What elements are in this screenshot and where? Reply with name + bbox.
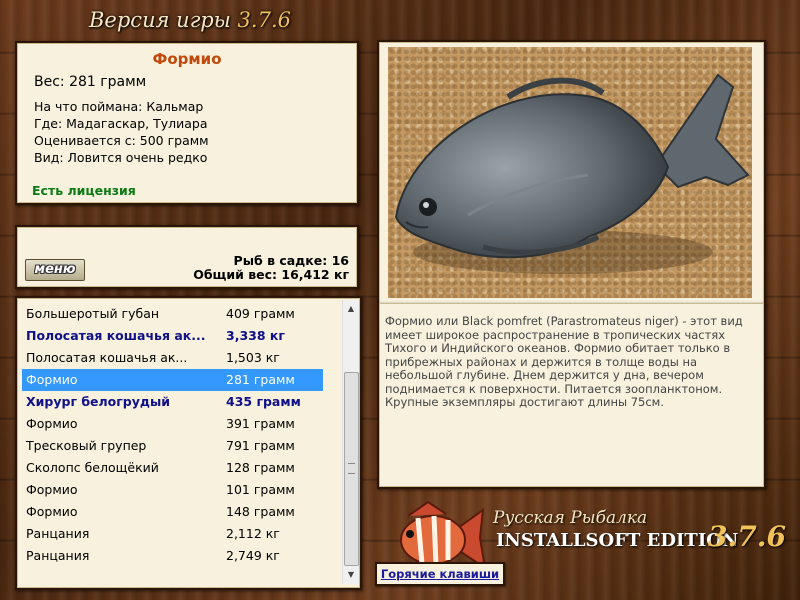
fish-row-weight: 391 грамм bbox=[226, 416, 295, 431]
game-version-title: Версия игры 3.7.6 bbox=[0, 8, 380, 32]
fish-row-name: Хирург белогрудый bbox=[26, 394, 171, 409]
pomfret-fish-icon bbox=[394, 73, 750, 274]
fish-row-weight: 1,503 кг bbox=[226, 350, 280, 365]
game-version-label: Версия игры bbox=[89, 8, 231, 32]
fish-row-name: Формио bbox=[26, 372, 78, 387]
fish-list-row[interactable]: Полосатая кошачья ак... 3,338 кг bbox=[22, 325, 323, 347]
logo-version: 3.7.6 bbox=[708, 520, 786, 553]
fish-row-name: Полосатая кошачья ак... bbox=[26, 328, 206, 343]
fish-row-name: Полосатая кошачья ак... bbox=[26, 350, 188, 365]
scrollbar-grip-icon bbox=[348, 463, 355, 474]
fish-location: Где: Мадагаскар, Тулиара bbox=[34, 116, 208, 131]
fish-row-weight: 128 грамм bbox=[226, 460, 295, 475]
fish-row-name: Большеротый губан bbox=[26, 306, 160, 321]
scroll-up-icon[interactable]: ▲ bbox=[343, 302, 359, 316]
fish-row-weight: 435 грамм bbox=[226, 394, 301, 409]
fish-list-row[interactable]: Сколопс белощёкий 128 грамм bbox=[22, 457, 323, 479]
fish-row-name: Формио bbox=[26, 482, 78, 497]
hotkeys-button[interactable]: Горячие клавиши bbox=[375, 562, 505, 586]
menu-button[interactable]: меню bbox=[25, 259, 85, 281]
fish-list-row[interactable]: Формио 391 грамм bbox=[22, 413, 323, 435]
fish-list-row[interactable]: Большеротый губан 409 грамм bbox=[22, 303, 323, 325]
scrollbar[interactable]: ▲ ▼ bbox=[342, 300, 359, 584]
fish-row-weight: 3,338 кг bbox=[226, 328, 285, 343]
fish-weight: Вес: 281 грамм bbox=[34, 74, 147, 90]
fish-list-row[interactable]: Полосатая кошачья ак... 1,503 кг bbox=[22, 347, 323, 369]
logo-edition: INSTALLSOFT EDITION bbox=[496, 530, 739, 551]
fish-list-row[interactable]: Хирург белогрудый 435 грамм bbox=[22, 391, 323, 413]
fish-list: Большеротый губан 409 грамм Полосатая коша… bbox=[15, 296, 362, 590]
scrollbar-thumb[interactable] bbox=[344, 372, 359, 566]
fish-row-weight: 148 грамм bbox=[226, 504, 295, 519]
fish-bait: На что поймана: Кальмар bbox=[34, 99, 204, 114]
fish-list-row[interactable]: Формио 281 грамм bbox=[22, 369, 323, 391]
scroll-down-icon[interactable]: ▼ bbox=[343, 568, 359, 582]
fish-row-weight: 281 грамм bbox=[226, 372, 295, 387]
fish-list-row[interactable]: Формио 101 грамм bbox=[22, 479, 323, 501]
game-version-number: 3.7.6 bbox=[237, 8, 291, 32]
fish-row-weight: 2,112 кг bbox=[226, 526, 280, 541]
fish-list-row[interactable]: Формио 148 грамм bbox=[22, 501, 323, 523]
fish-name: Формио bbox=[152, 50, 222, 68]
total-weight: Общий вес: 16,412 кг bbox=[193, 267, 349, 282]
fish-row-weight: 791 грамм bbox=[226, 438, 295, 453]
fish-details: На что поймана: Кальмар Где: Мадагаскар,… bbox=[34, 98, 209, 166]
fish-description: Формио или Black pomfret (Parastromateus… bbox=[385, 314, 743, 409]
fish-image-panel bbox=[377, 40, 766, 306]
license-status: Есть лицензия bbox=[32, 183, 136, 198]
fish-rarity: Вид: Ловится очень редко bbox=[34, 150, 208, 165]
fish-valued-from: Оценивается с: 500 грамм bbox=[34, 133, 209, 148]
fish-row-weight: 2,749 кг bbox=[226, 548, 280, 563]
fish-row-weight: 409 грамм bbox=[226, 306, 295, 321]
keepnet-stats: Рыб в садке: 16 Общий вес: 16,412 кг bbox=[193, 254, 349, 282]
fish-info-panel: Формио Вес: 281 грамм На что поймана: Ка… bbox=[15, 41, 359, 205]
fish-row-name: Ранцания bbox=[26, 548, 90, 563]
fish-row-name: Сколопс белощёкий bbox=[26, 460, 159, 475]
fish-row-name: Формио bbox=[26, 416, 78, 431]
fish-list-row[interactable]: Тресковый групер 791 грамм bbox=[22, 435, 323, 457]
fish-count: Рыб в садке: 16 bbox=[233, 253, 349, 268]
fish-row-name: Тресковый групер bbox=[26, 438, 147, 453]
fish-row-weight: 101 грамм bbox=[226, 482, 295, 497]
fish-list-row[interactable]: Ранцания 2,112 кг bbox=[22, 523, 323, 545]
fish-photo bbox=[388, 47, 752, 298]
keepnet-panel: меню Рыб в садке: 16 Общий вес: 16,412 к… bbox=[15, 225, 359, 289]
fish-description-panel: Формио или Black pomfret (Parastromateus… bbox=[377, 303, 766, 489]
fish-list-row[interactable]: Ранцания 2,749 кг bbox=[22, 545, 323, 567]
logo-title: Русская Рыбалка bbox=[493, 508, 648, 528]
fish-row-name: Ранцания bbox=[26, 526, 90, 541]
fish-row-name: Формио bbox=[26, 504, 78, 519]
